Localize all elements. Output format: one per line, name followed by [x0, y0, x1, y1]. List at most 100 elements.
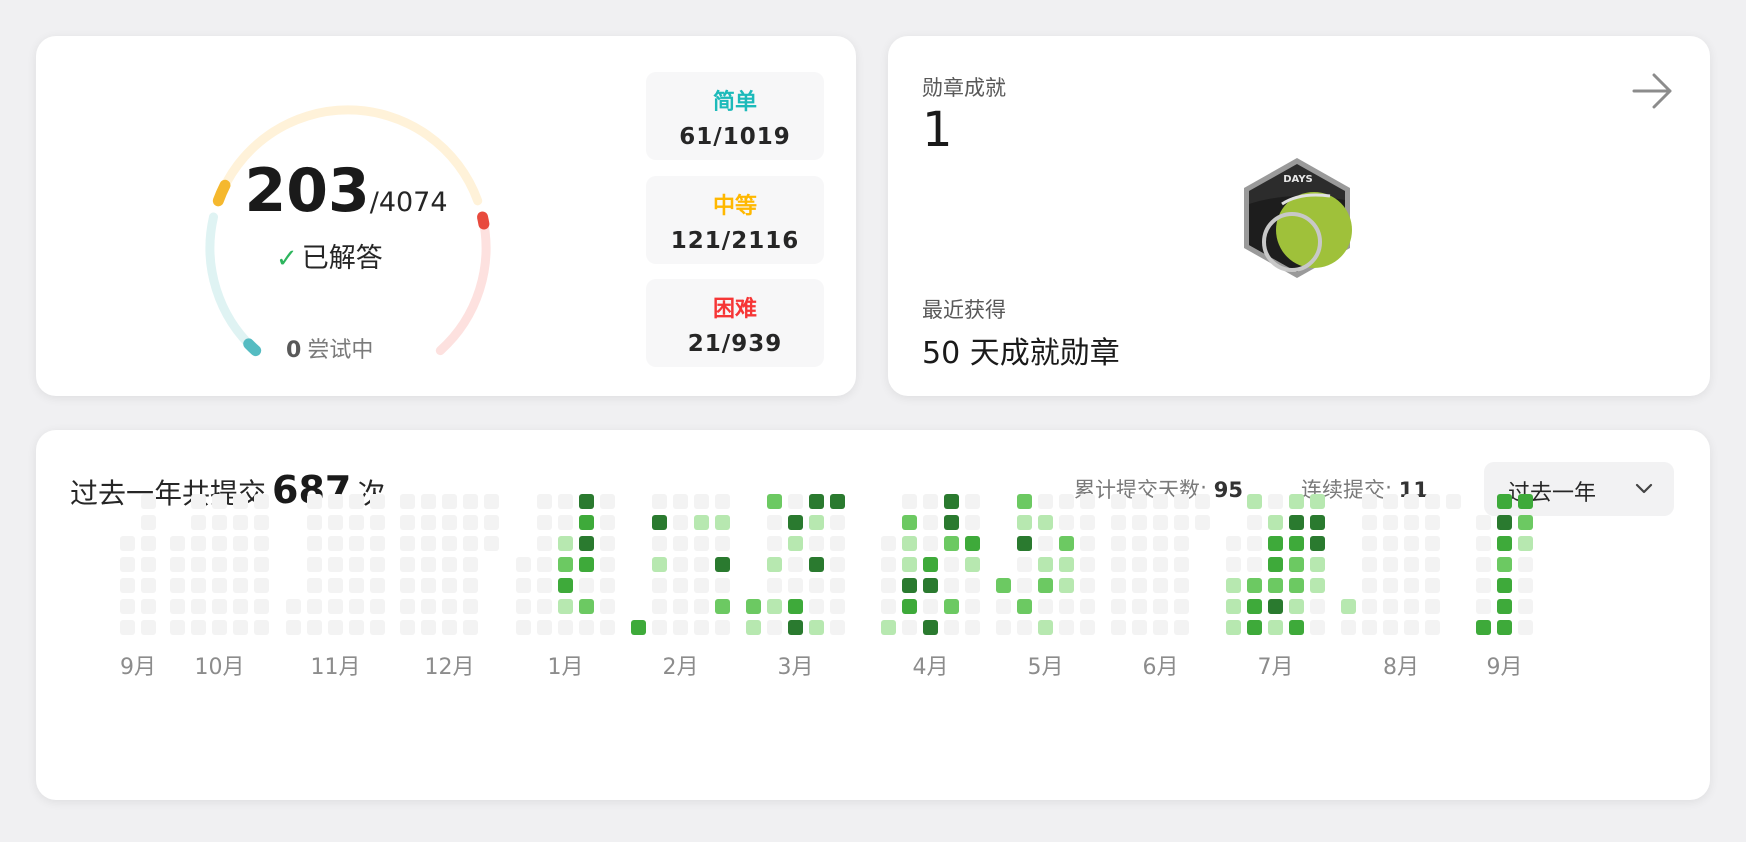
heatmap-day-cell[interactable]	[349, 599, 364, 614]
heatmap-day-cell[interactable]	[307, 620, 322, 635]
heatmap-day-cell[interactable]	[1425, 494, 1440, 509]
heatmap-day-cell[interactable]	[328, 620, 343, 635]
heatmap-day-cell[interactable]	[923, 494, 938, 509]
heatmap-day-cell[interactable]	[120, 599, 135, 614]
heatmap-day-cell[interactable]	[233, 515, 248, 530]
heatmap-day-cell[interactable]	[307, 578, 322, 593]
heatmap-day-cell[interactable]	[1289, 536, 1304, 551]
heatmap-day-cell[interactable]	[307, 515, 322, 530]
heatmap-day-cell[interactable]	[1268, 536, 1283, 551]
heatmap-day-cell[interactable]	[788, 494, 803, 509]
heatmap-day-cell[interactable]	[1476, 578, 1491, 593]
badge-50-days-icon[interactable]: DAYS	[1232, 152, 1362, 282]
difficulty-hard[interactable]: 困难 21/939	[646, 279, 824, 367]
heatmap-day-cell[interactable]	[1153, 557, 1168, 572]
heatmap-day-cell[interactable]	[694, 599, 709, 614]
heatmap-day-cell[interactable]	[746, 620, 761, 635]
heatmap-day-cell[interactable]	[830, 536, 845, 551]
heatmap-day-cell[interactable]	[1132, 578, 1147, 593]
heatmap-day-cell[interactable]	[1195, 494, 1210, 509]
heatmap-day-cell[interactable]	[1383, 494, 1398, 509]
heatmap-day-cell[interactable]	[349, 578, 364, 593]
heatmap-day-cell[interactable]	[923, 557, 938, 572]
heatmap-day-cell[interactable]	[830, 578, 845, 593]
heatmap-day-cell[interactable]	[1310, 599, 1325, 614]
heatmap-day-cell[interactable]	[767, 536, 782, 551]
heatmap-day-cell[interactable]	[191, 620, 206, 635]
heatmap-day-cell[interactable]	[120, 536, 135, 551]
heatmap-day-cell[interactable]	[652, 515, 667, 530]
heatmap-day-cell[interactable]	[1289, 599, 1304, 614]
heatmap-day-cell[interactable]	[1404, 536, 1419, 551]
heatmap-day-cell[interactable]	[212, 620, 227, 635]
heatmap-day-cell[interactable]	[1383, 599, 1398, 614]
heatmap-day-cell[interactable]	[1247, 515, 1262, 530]
heatmap-day-cell[interactable]	[1518, 515, 1533, 530]
heatmap-day-cell[interactable]	[1153, 536, 1168, 551]
heatmap-day-cell[interactable]	[233, 620, 248, 635]
heatmap-day-cell[interactable]	[673, 494, 688, 509]
heatmap-day-cell[interactable]	[349, 536, 364, 551]
heatmap-day-cell[interactable]	[715, 599, 730, 614]
heatmap-day-cell[interactable]	[254, 599, 269, 614]
heatmap-day-cell[interactable]	[463, 536, 478, 551]
heatmap-day-cell[interactable]	[1059, 494, 1074, 509]
heatmap-day-cell[interactable]	[715, 578, 730, 593]
heatmap-day-cell[interactable]	[400, 494, 415, 509]
arrow-right-icon[interactable]	[1630, 68, 1676, 114]
heatmap-day-cell[interactable]	[1362, 578, 1377, 593]
heatmap-day-cell[interactable]	[1362, 599, 1377, 614]
heatmap-day-cell[interactable]	[1226, 620, 1241, 635]
heatmap-day-cell[interactable]	[233, 494, 248, 509]
heatmap-day-cell[interactable]	[286, 620, 301, 635]
heatmap-day-cell[interactable]	[673, 620, 688, 635]
heatmap-day-cell[interactable]	[254, 620, 269, 635]
heatmap-day-cell[interactable]	[1038, 599, 1053, 614]
heatmap-day-cell[interactable]	[170, 578, 185, 593]
heatmap-day-cell[interactable]	[1362, 494, 1377, 509]
heatmap-day-cell[interactable]	[328, 578, 343, 593]
heatmap-day-cell[interactable]	[830, 515, 845, 530]
heatmap-day-cell[interactable]	[694, 536, 709, 551]
heatmap-day-cell[interactable]	[141, 557, 156, 572]
heatmap-day-cell[interactable]	[673, 578, 688, 593]
heatmap-day-cell[interactable]	[537, 494, 552, 509]
heatmap-day-cell[interactable]	[328, 536, 343, 551]
heatmap-day-cell[interactable]	[830, 599, 845, 614]
heatmap-day-cell[interactable]	[558, 494, 573, 509]
heatmap-day-cell[interactable]	[370, 557, 385, 572]
heatmap-day-cell[interactable]	[652, 599, 667, 614]
heatmap-day-cell[interactable]	[141, 620, 156, 635]
heatmap-day-cell[interactable]	[600, 515, 615, 530]
heatmap-day-cell[interactable]	[923, 515, 938, 530]
heatmap-day-cell[interactable]	[442, 599, 457, 614]
heatmap-day-cell[interactable]	[1017, 620, 1032, 635]
heatmap-day-cell[interactable]	[809, 578, 824, 593]
heatmap-day-cell[interactable]	[1111, 599, 1126, 614]
heatmap-day-cell[interactable]	[141, 536, 156, 551]
heatmap-day-cell[interactable]	[923, 578, 938, 593]
heatmap-day-cell[interactable]	[1038, 557, 1053, 572]
heatmap-day-cell[interactable]	[233, 578, 248, 593]
heatmap-day-cell[interactable]	[715, 620, 730, 635]
heatmap-day-cell[interactable]	[558, 620, 573, 635]
heatmap-day-cell[interactable]	[1404, 557, 1419, 572]
heatmap-day-cell[interactable]	[1497, 515, 1512, 530]
heatmap-day-cell[interactable]	[463, 599, 478, 614]
heatmap-day-cell[interactable]	[1476, 515, 1491, 530]
heatmap-day-cell[interactable]	[1404, 578, 1419, 593]
heatmap-day-cell[interactable]	[286, 599, 301, 614]
heatmap-day-cell[interactable]	[1080, 536, 1095, 551]
heatmap-day-cell[interactable]	[1497, 557, 1512, 572]
heatmap-day-cell[interactable]	[1080, 620, 1095, 635]
heatmap-day-cell[interactable]	[1247, 620, 1262, 635]
heatmap-day-cell[interactable]	[1383, 536, 1398, 551]
heatmap-day-cell[interactable]	[767, 557, 782, 572]
heatmap-day-cell[interactable]	[1476, 620, 1491, 635]
heatmap-day-cell[interactable]	[1111, 620, 1126, 635]
heatmap-day-cell[interactable]	[996, 599, 1011, 614]
heatmap-day-cell[interactable]	[1268, 599, 1283, 614]
heatmap-day-cell[interactable]	[673, 515, 688, 530]
heatmap-day-cell[interactable]	[1017, 515, 1032, 530]
heatmap-day-cell[interactable]	[170, 557, 185, 572]
